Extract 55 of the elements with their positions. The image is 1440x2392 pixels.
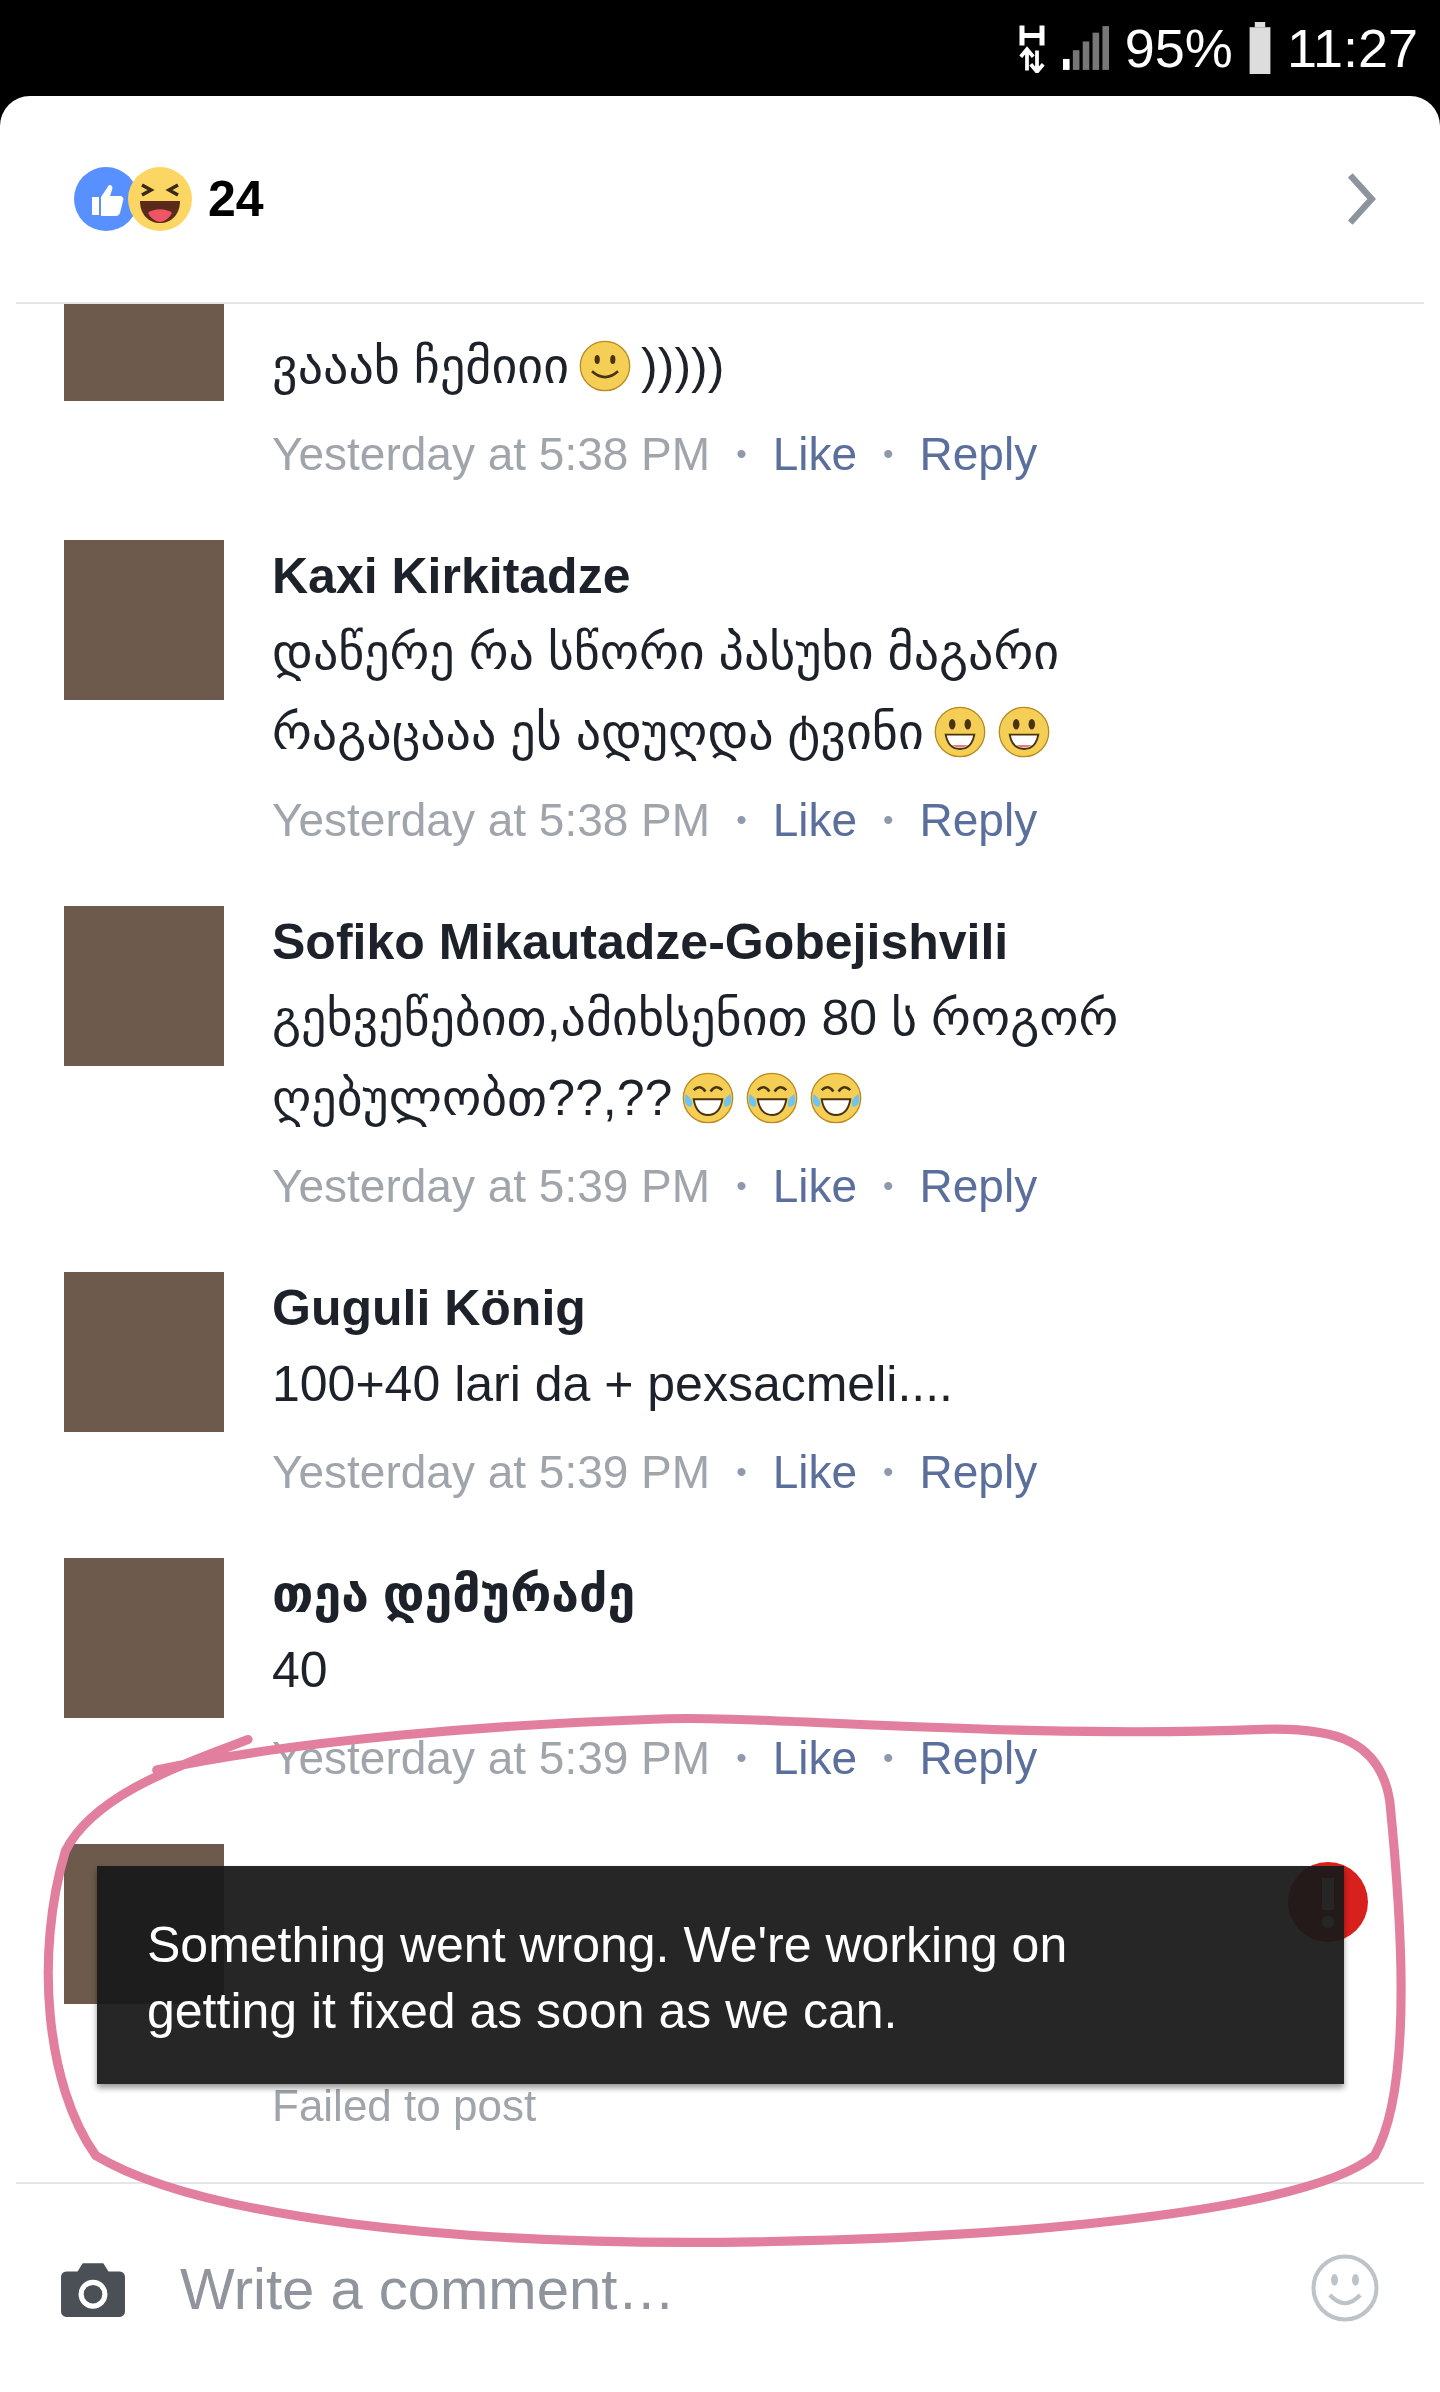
smiley-icon[interactable] <box>1310 2253 1380 2323</box>
battery-level: 95% <box>1124 16 1233 80</box>
comment-timestamp: Yesterday at 5:39 PM <box>272 1445 711 1500</box>
reply-link[interactable]: Reply <box>919 1146 1038 1226</box>
separator-dot: • <box>736 802 747 838</box>
like-link[interactable]: Like <box>772 1146 858 1226</box>
author-name: Kaxi Kirkitadze <box>272 547 632 606</box>
clock-time: 11:27 <box>1286 16 1418 80</box>
comment-timestamp: Yesterday at 5:38 PM <box>272 793 711 848</box>
comment-timestamp: Yesterday at 5:39 PM <box>272 1159 711 1214</box>
like-link[interactable]: Like <box>772 414 858 494</box>
battery-icon <box>1248 22 1271 74</box>
reply-link[interactable]: Reply <box>919 780 1038 860</box>
separator-dot: • <box>883 1168 894 1204</box>
comment-input[interactable]: Write a comment… <box>178 2243 1310 2333</box>
tears-of-joy-icon <box>746 1072 799 1124</box>
author-name: Sofiko Mikautadze-Gobejishvili <box>272 913 1010 972</box>
grinning-face-icon <box>997 706 1050 758</box>
reaction-count: 24 <box>208 169 264 229</box>
author-name: Guguli König <box>272 1279 587 1338</box>
toast-message: Something went wrong. We're working on getting it fixed as soon as we can. <box>147 1916 1069 2041</box>
like-link[interactable]: Like <box>772 780 858 860</box>
comment-text: ვააახ ჩემიიი <box>272 337 570 397</box>
network-type-icon <box>1016 23 1047 73</box>
separator-dot: • <box>883 436 894 472</box>
smiley-icon <box>579 340 632 392</box>
comment-text: 40 <box>272 1641 328 1700</box>
separator-dot: • <box>883 802 894 838</box>
separator-dot: • <box>883 1454 894 1490</box>
separator-dot: • <box>883 1740 894 1776</box>
separator-dot: • <box>736 436 747 472</box>
signal-icon <box>1062 26 1109 70</box>
grinning-face-icon <box>933 706 986 758</box>
comment-timestamp: Yesterday at 5:38 PM <box>272 427 711 482</box>
comment-text: რაგაცააა ეს ადუღდა ტვინი <box>272 703 924 763</box>
reply-link[interactable]: Reply <box>919 414 1038 494</box>
reply-link[interactable]: Reply <box>919 1718 1038 1798</box>
separator-dot: • <box>736 1168 747 1204</box>
like-link[interactable]: Like <box>772 1718 858 1798</box>
comment-text: დაწერე რა სწორი პასუხი მაგარი <box>272 623 1060 683</box>
reply-link[interactable]: Reply <box>919 1432 1038 1512</box>
separator-dot: • <box>736 1740 747 1776</box>
separator-dot: • <box>736 1454 747 1490</box>
comment-timestamp: Yesterday at 5:39 PM <box>272 1731 711 1786</box>
author-name: თეა დემურაძე <box>272 1565 637 1625</box>
comment-text: ღებულობთ??,?? <box>272 1069 673 1129</box>
like-link[interactable]: Like <box>772 1432 858 1512</box>
tears-of-joy-icon <box>810 1072 863 1124</box>
failed-status: Failed to post <box>272 2080 538 2132</box>
tears-of-joy-icon <box>682 1072 735 1124</box>
comment-text: 100+40 lari da + pexsacmeli.... <box>272 1355 953 1414</box>
comment-text: ))))) <box>641 337 725 396</box>
comment-text: გეხვეწებით,ამიხსენით 80 ს როგორ <box>272 989 1119 1049</box>
chevron-right-icon[interactable] <box>1346 171 1376 227</box>
laughing-reaction-icon <box>128 167 192 231</box>
